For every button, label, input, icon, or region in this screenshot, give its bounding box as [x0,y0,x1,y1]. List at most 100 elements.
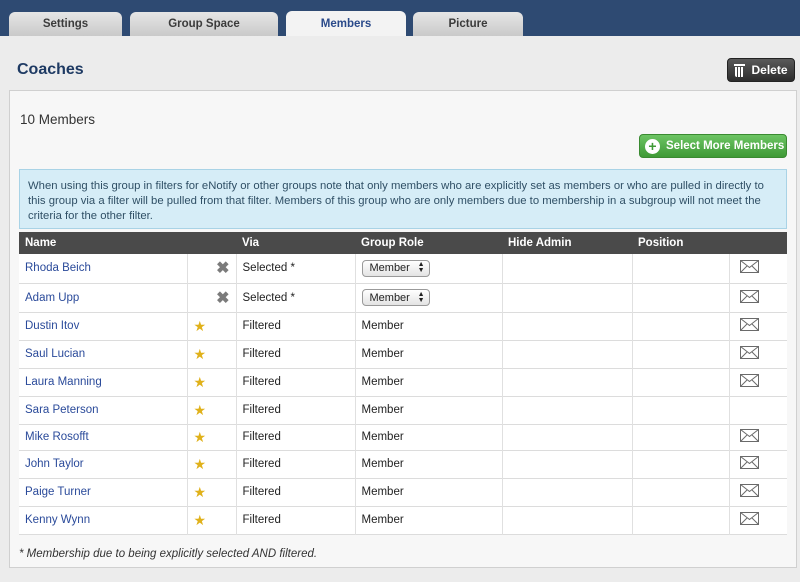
member-name-link[interactable]: Kenny Wynn [19,506,188,534]
hide-admin-cell [502,424,633,450]
envelope-icon[interactable] [739,456,759,472]
via-cell: Filtered [236,450,356,478]
group-role-value: Member [369,291,410,304]
via-cell: Filtered [236,478,356,506]
position-cell [632,340,730,368]
via-cell: Selected * [236,283,356,312]
position-cell [632,478,730,506]
table-row: Paige Turner ★ Filtered Member [19,478,787,506]
table-header-row: Name Via Group Role Hide Admin Position [19,232,787,254]
email-cell[interactable] [729,506,787,534]
envelope-icon[interactable] [739,318,759,334]
star-icon: ★ [187,368,237,396]
plus-icon: + [645,138,660,154]
star-icon: ★ [187,312,237,340]
tab-picture[interactable]: Picture [413,12,523,36]
member-name-link[interactable]: Laura Manning [19,368,188,396]
group-role-text: Member [355,368,503,396]
position-cell [632,368,730,396]
envelope-icon[interactable] [739,484,759,500]
envelope-icon[interactable] [739,512,759,528]
member-name-link[interactable]: John Taylor [19,450,188,478]
email-cell[interactable] [729,340,787,368]
col-header-group-role: Group Role [361,237,424,249]
star-icon: ★ [187,478,237,506]
member-name-link[interactable]: Saul Lucian [19,340,188,368]
via-cell: Filtered [236,368,356,396]
star-icon: ★ [187,396,237,424]
hide-admin-cell [502,450,633,478]
table-row: Kenny Wynn ★ Filtered Member [19,506,787,534]
remove-x-icon[interactable]: ✖ [187,254,237,283]
envelope-icon[interactable] [739,429,759,445]
group-role-text: Member [355,478,503,506]
position-cell [632,254,730,283]
via-cell: Filtered [236,312,356,340]
table-row: Sara Peterson ★ Filtered Member [19,396,787,424]
select-more-label: Select More Members [666,140,785,152]
updown-arrow-icon: ▲ ▼ [417,290,425,304]
member-name-link[interactable]: Adam Upp [19,283,188,312]
envelope-icon[interactable] [739,289,759,306]
tab-members[interactable]: Members [286,11,406,37]
member-name-link[interactable]: Sara Peterson [19,396,188,424]
col-header-email [729,232,787,254]
group-role-cell[interactable]: Member ▲ ▼ [355,254,503,283]
position-cell [632,396,730,424]
email-cell[interactable] [729,368,787,396]
group-role-select[interactable]: Member ▲ ▼ [361,259,430,277]
group-role-text: Member [355,340,503,368]
via-cell: Filtered [236,506,356,534]
member-name-link[interactable]: Paige Turner [19,478,188,506]
envelope-icon[interactable] [739,346,759,362]
member-name-link[interactable]: Mike Rosofft [19,424,188,450]
select-more-members-button[interactable]: + Select More Members [639,134,787,158]
email-cell[interactable] [729,312,787,340]
table-row: John Taylor ★ Filtered Member [19,450,787,478]
star-icon: ★ [187,340,237,368]
hide-admin-cell [502,506,633,534]
delete-button[interactable]: Delete [727,58,795,82]
via-cell: Selected * [236,254,356,283]
members-table: Name Via Group Role Hide Admin Position … [19,232,787,535]
group-role-text: Member [355,312,503,340]
via-cell: Filtered [236,340,356,368]
email-cell[interactable] [729,478,787,506]
footnote: * Membership due to being explicitly sel… [19,548,318,560]
col-header-position: Position [638,237,684,249]
col-header-marker [187,232,236,254]
email-cell[interactable] [729,424,787,450]
group-role-text: Member [355,506,503,534]
group-role-text: Member [355,424,503,450]
position-cell [632,312,730,340]
group-role-text: Member [355,450,503,478]
delete-label: Delete [751,63,788,77]
table-row: Dustin Itov ★ Filtered Member [19,312,787,340]
tab-settings[interactable]: Settings [9,12,122,36]
table-row: Rhoda Beich ✖ Selected * Member ▲ ▼ [19,254,787,283]
members-count: 10 Members [20,112,96,127]
page-title: Coaches [17,61,84,78]
star-icon: ★ [187,450,237,478]
member-name-link[interactable]: Dustin Itov [19,312,188,340]
email-cell[interactable] [729,283,787,312]
email-cell[interactable] [729,254,787,283]
envelope-icon[interactable] [739,374,759,390]
remove-x-icon[interactable]: ✖ [187,283,237,312]
table-row: Saul Lucian ★ Filtered Member [19,340,787,368]
group-role-cell[interactable]: Member ▲ ▼ [355,283,503,312]
star-icon: ★ [187,424,237,450]
tab-group-space[interactable]: Group Space [130,12,278,36]
position-cell [632,424,730,450]
position-cell [632,450,730,478]
hide-admin-cell [502,368,633,396]
member-name-link[interactable]: Rhoda Beich [19,254,188,283]
group-role-text: Member [355,396,503,424]
email-cell [729,396,787,424]
updown-arrow-icon: ▲ ▼ [417,261,425,275]
email-cell[interactable] [729,450,787,478]
filter-notice: When using this group in filters for eNo… [19,169,787,229]
envelope-icon[interactable] [739,260,759,276]
group-role-select[interactable]: Member ▲ ▼ [361,289,430,306]
hide-admin-cell [502,340,633,368]
